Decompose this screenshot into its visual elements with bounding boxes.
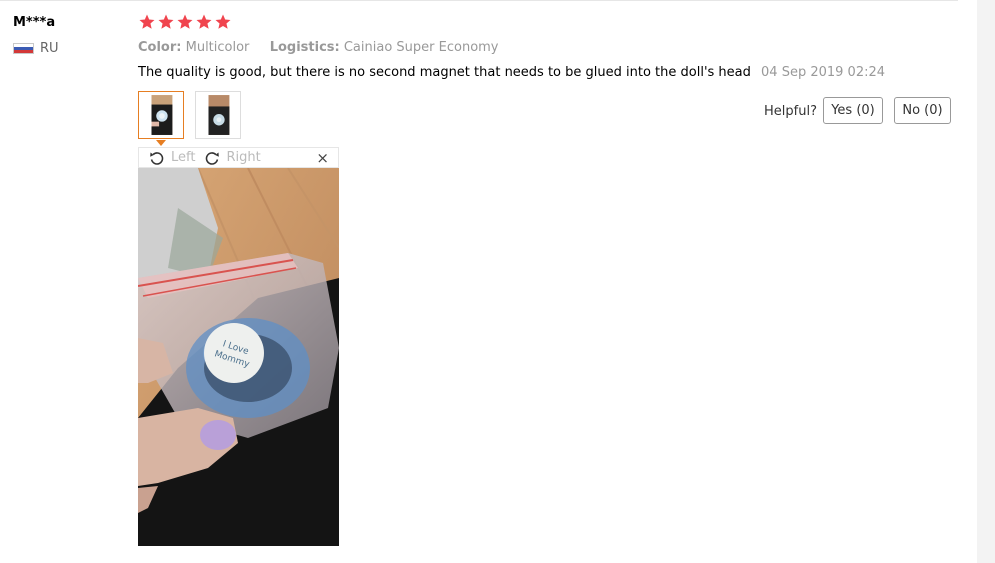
rotate-right-icon (206, 151, 220, 165)
rating-stars (138, 13, 232, 31)
photo-viewer-toolbar: Left Right × (138, 147, 339, 168)
country-code: RU (40, 41, 59, 56)
review-photo-large[interactable]: I Love Mommy (138, 168, 339, 546)
review-text: The quality is good, but there is no sec… (138, 65, 751, 80)
rotate-right-button[interactable]: Right (204, 150, 261, 166)
star-icon (158, 14, 174, 29)
color-label: Color: (138, 40, 182, 55)
helpful-label: Helpful? (764, 104, 817, 119)
flag-ru-icon (13, 43, 34, 54)
review-photo-image: I Love Mommy (138, 168, 339, 546)
helpful-no-button[interactable]: No (0) (894, 97, 951, 124)
star-icon (196, 14, 212, 29)
star-icon (177, 14, 193, 29)
close-icon[interactable]: × (316, 149, 329, 167)
review-photo-thumbnail-2[interactable] (195, 91, 241, 139)
review-meta: Color: Multicolor Logistics: Cainiao Sup… (138, 40, 499, 55)
thumbnail-image (142, 95, 180, 135)
color-value: Multicolor (185, 40, 250, 55)
active-thumb-caret (156, 140, 166, 146)
rotate-left-button[interactable]: Left (149, 150, 195, 166)
rotate-left-label: Left (171, 150, 196, 165)
review-page: M***a RU Color: Multicolor Logistics: Ca… (0, 0, 995, 563)
star-icon (139, 14, 155, 29)
review-photo-thumbnail-1[interactable] (138, 91, 184, 139)
scrollbar-gutter (977, 0, 995, 563)
logistics-value: Cainiao Super Economy (343, 40, 499, 55)
reviewer-name: M***a (13, 15, 56, 30)
thumbnail-image (199, 95, 237, 135)
divider (0, 0, 958, 1)
reviewer-country: RU (13, 41, 59, 56)
rotate-left-icon (150, 151, 164, 165)
helpful-yes-button[interactable]: Yes (0) (823, 97, 883, 124)
rotate-right-label: Right (226, 150, 261, 165)
logistics-label: Logistics: (269, 40, 340, 55)
review-date: 04 Sep 2019 02:24 (761, 65, 886, 80)
review-body: The quality is good, but there is no sec… (138, 65, 885, 80)
star-icon (215, 14, 231, 29)
